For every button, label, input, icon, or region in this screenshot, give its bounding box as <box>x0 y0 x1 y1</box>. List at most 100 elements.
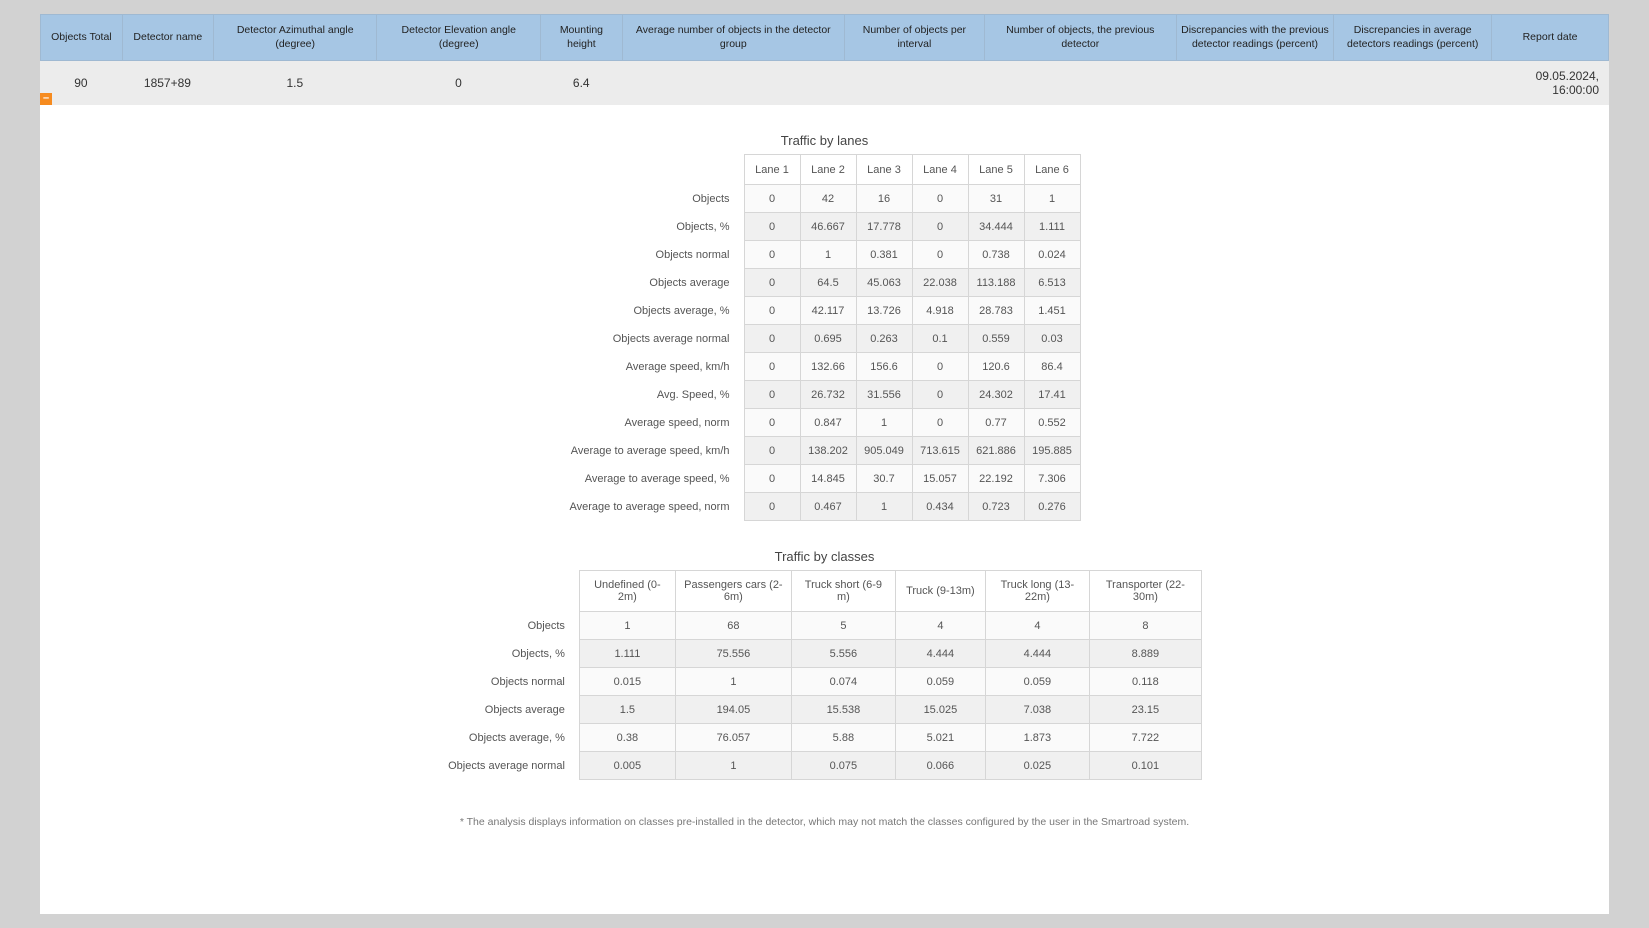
classes-row-label: Objects <box>447 612 579 640</box>
lanes-cell: 0.263 <box>856 325 912 353</box>
classes-cell: 1 <box>579 612 675 640</box>
lanes-title: Traffic by lanes <box>40 133 1609 148</box>
classes-table: Undefined (0-2m)Passengers cars (2-6m)Tr… <box>447 570 1202 780</box>
classes-cell: 0.38 <box>579 724 675 752</box>
lanes-col-5: Lane 6 <box>1024 155 1080 185</box>
lanes-col-4: Lane 5 <box>968 155 1024 185</box>
lanes-cell: 13.726 <box>856 297 912 325</box>
lanes-cell: 22.038 <box>912 269 968 297</box>
classes-col-2: Truck short (6-9 m) <box>791 571 895 612</box>
classes-cell: 0.015 <box>579 668 675 696</box>
lanes-cell: 0 <box>744 465 800 493</box>
lanes-cell: 1.111 <box>1024 213 1080 241</box>
lanes-cell: 0.723 <box>968 493 1024 521</box>
classes-cell: 75.556 <box>675 640 791 668</box>
lanes-row-label: Objects average <box>568 269 744 297</box>
collapse-row-toggle[interactable]: – <box>40 93 52 105</box>
report-panel: – Objects Total Detector name Detector A… <box>40 14 1609 914</box>
classes-cell: 1.873 <box>985 724 1089 752</box>
lanes-cell: 120.6 <box>968 353 1024 381</box>
classes-row-label: Objects, % <box>447 640 579 668</box>
lanes-cell: 1.451 <box>1024 297 1080 325</box>
val-report-date: 09.05.2024, 16:00:00 <box>1492 61 1609 105</box>
lanes-row: Objects042160311 <box>568 185 1080 213</box>
classes-cell: 4.444 <box>895 640 985 668</box>
lanes-row-label: Average to average speed, km/h <box>568 437 744 465</box>
lanes-cell: 42 <box>800 185 856 213</box>
lanes-cell: 0.552 <box>1024 409 1080 437</box>
classes-cell: 4 <box>895 612 985 640</box>
lanes-cell: 4.918 <box>912 297 968 325</box>
val-detector-name: 1857+89 <box>122 61 213 105</box>
lanes-cell: 113.188 <box>968 269 1024 297</box>
lanes-cell: 0.467 <box>800 493 856 521</box>
classes-cell: 1 <box>675 668 791 696</box>
classes-cell: 5.021 <box>895 724 985 752</box>
classes-row: Objects1685448 <box>447 612 1201 640</box>
classes-row-label: Objects average, % <box>447 724 579 752</box>
val-discrep-avg <box>1334 61 1492 105</box>
val-objects-total: 90 <box>40 61 122 105</box>
lanes-cell: 0 <box>912 409 968 437</box>
lanes-row: Objects average, %042.11713.7264.91828.7… <box>568 297 1080 325</box>
val-discrep-prev <box>1176 61 1334 105</box>
lanes-cell: 0.1 <box>912 325 968 353</box>
lanes-row: Average to average speed, km/h0138.20290… <box>568 437 1080 465</box>
classes-cell: 0.101 <box>1089 752 1201 780</box>
lanes-row: Avg. Speed, %026.73231.556024.30217.41 <box>568 381 1080 409</box>
classes-cell: 0.118 <box>1089 668 1201 696</box>
classes-cell: 5 <box>791 612 895 640</box>
lanes-cell: 0 <box>912 381 968 409</box>
classes-cell: 7.038 <box>985 696 1089 724</box>
lanes-row: Average to average speed, norm00.46710.4… <box>568 493 1080 521</box>
lanes-cell: 28.783 <box>968 297 1024 325</box>
classes-cell: 0.074 <box>791 668 895 696</box>
lanes-cell: 0.738 <box>968 241 1024 269</box>
classes-col-5: Transporter (22-30m) <box>1089 571 1201 612</box>
lanes-cell: 0 <box>744 437 800 465</box>
classes-row-label: Objects average normal <box>447 752 579 780</box>
classes-row: Objects, %1.11175.5565.5564.4444.4448.88… <box>447 640 1201 668</box>
col-objects-total: Objects Total <box>41 15 123 61</box>
lanes-cell: 0 <box>744 325 800 353</box>
classes-cell: 7.722 <box>1089 724 1201 752</box>
footnote: * The analysis displays information on c… <box>40 816 1609 828</box>
classes-cell: 23.15 <box>1089 696 1201 724</box>
lanes-cell: 621.886 <box>968 437 1024 465</box>
col-discrep-prev: Discrepancies with the previous detector… <box>1176 15 1334 61</box>
lanes-cell: 86.4 <box>1024 353 1080 381</box>
lanes-col-3: Lane 4 <box>912 155 968 185</box>
classes-row: Objects average normal0.00510.0750.0660.… <box>447 752 1201 780</box>
lanes-row-label: Objects average normal <box>568 325 744 353</box>
val-azimuth: 1.5 <box>213 61 377 105</box>
lanes-row-label: Average to average speed, % <box>568 465 744 493</box>
col-detector-name: Detector name <box>122 15 213 61</box>
lanes-cell: 713.615 <box>912 437 968 465</box>
classes-cell: 0.075 <box>791 752 895 780</box>
col-avg-group: Average number of objects in the detecto… <box>622 15 844 61</box>
col-per-interval: Number of objects per interval <box>844 15 984 61</box>
lanes-cell: 156.6 <box>856 353 912 381</box>
classes-cell: 1.5 <box>579 696 675 724</box>
val-elevation: 0 <box>377 61 541 105</box>
lanes-cell: 0 <box>744 185 800 213</box>
lanes-col-0: Lane 1 <box>744 155 800 185</box>
classes-cell: 4.444 <box>985 640 1089 668</box>
lanes-cell: 905.049 <box>856 437 912 465</box>
lanes-row: Objects average normal00.6950.2630.10.55… <box>568 325 1080 353</box>
lanes-row-label: Average speed, km/h <box>568 353 744 381</box>
classes-cell: 68 <box>675 612 791 640</box>
lanes-cell: 45.063 <box>856 269 912 297</box>
val-avg-group <box>622 61 844 105</box>
lanes-cell: 15.057 <box>912 465 968 493</box>
lanes-cell: 0 <box>744 297 800 325</box>
lanes-cell: 0.03 <box>1024 325 1080 353</box>
lanes-cell: 0.024 <box>1024 241 1080 269</box>
classes-cell: 0.059 <box>985 668 1089 696</box>
lanes-cell: 1 <box>856 493 912 521</box>
lanes-cell: 0 <box>744 269 800 297</box>
lanes-cell: 0 <box>744 409 800 437</box>
summary-row: 90 1857+89 1.5 0 6.4 09.05.2024, 16:00:0… <box>40 61 1609 105</box>
lanes-cell: 0.77 <box>968 409 1024 437</box>
lanes-cell: 0.381 <box>856 241 912 269</box>
